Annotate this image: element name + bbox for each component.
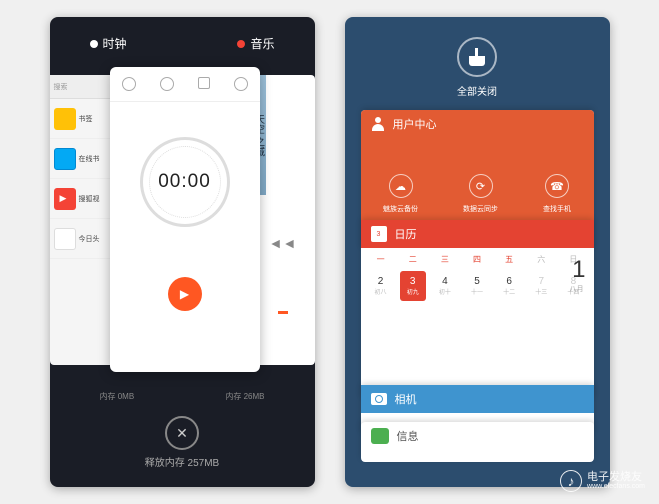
weekday: 二	[409, 254, 417, 265]
cloud-backup-item[interactable]: ☁ 魅族云备份	[383, 174, 418, 214]
close-all-button[interactable]: ✕	[165, 416, 199, 450]
calendar-card[interactable]: 3 日历 一 二 三 四 五 六 日 1 八月 2 初八	[361, 220, 594, 400]
video-icon	[54, 188, 76, 210]
music-controls: ◄◄	[251, 195, 315, 314]
progress-indicator	[278, 311, 288, 314]
calendar-week-row: 一 二 三 四 五 六 日	[361, 248, 594, 271]
card-stack: 用户中心 ☁ 魅族云备份 ⟳ 数据云同步 ☎ 查找手机	[345, 110, 610, 480]
phone-icon: ☎	[545, 174, 569, 198]
clean-all-label: 全部关闭	[345, 83, 610, 98]
data-sync-item[interactable]: ⟳ 数据云同步	[463, 174, 498, 214]
close-icon: ✕	[176, 425, 188, 442]
weekday: 一	[377, 254, 385, 265]
weekday: 五	[505, 254, 513, 265]
play-icon: ▶	[180, 287, 189, 301]
watermark-name: 电子发烧友	[587, 472, 645, 483]
calendar-day[interactable]: 6 十二	[496, 271, 522, 301]
cloud-icon: ☁	[389, 174, 413, 198]
browser-bookmark-item[interactable]: 书签	[50, 99, 115, 139]
clock-label-text: 时钟	[103, 35, 127, 52]
search-placeholder: 搜索	[54, 82, 68, 92]
phone-right-recents: 全部关闭 用户中心 ☁ 魅族云备份 ⟳ 数据云同步 ☎ 查找手机	[345, 17, 610, 487]
calendar-day[interactable]: 5 十一	[464, 271, 490, 301]
browser-book-item[interactable]: 在线书	[50, 139, 115, 179]
calendar-big-day: 1	[572, 256, 585, 284]
weekday: 三	[441, 254, 449, 265]
sync-icon: ⟳	[469, 174, 493, 198]
clock-card[interactable]: 00:00 ▶	[110, 67, 260, 372]
browser-item-label: 搜狐视	[79, 194, 100, 204]
messages-title: 信息	[397, 428, 419, 444]
calendar-row: 2 初八 3 初九 4 初十 5 十一	[365, 271, 590, 301]
release-memory-label: 释放内存 257MB	[50, 454, 315, 469]
user-item-label: 数据云同步	[463, 204, 498, 214]
calendar-day-today[interactable]: 3 初九	[400, 271, 426, 301]
music-memory: 内存 26MB	[225, 391, 264, 402]
browser-search-bar[interactable]: 搜索	[50, 75, 115, 99]
news-icon	[54, 228, 76, 250]
recent-cards-row: 搜索 书签 在线书 搜狐视 今日头	[50, 67, 315, 387]
music-app-label: 音乐	[237, 35, 274, 52]
browser-item-label: 书签	[79, 114, 93, 124]
weekday: 六	[537, 254, 545, 265]
prev-track-button[interactable]: ◄◄	[251, 235, 315, 251]
browser-card[interactable]: 搜索 书签 在线书 搜狐视 今日头	[50, 75, 115, 365]
weekday: 四	[473, 254, 481, 265]
watermark-text: 电子发烧友 www.elecfans.com	[587, 472, 645, 490]
calendar-body: 2 初八 3 初九 4 初十 5 十一	[361, 271, 594, 301]
calendar-big-month: 八月	[570, 284, 584, 294]
dot-icon	[90, 40, 98, 48]
alarm-icon[interactable]	[160, 77, 174, 91]
stopwatch-face: 00:00	[140, 137, 230, 227]
calendar-title: 日历	[395, 226, 417, 242]
clean-all-button[interactable]	[457, 37, 497, 77]
find-phone-item[interactable]: ☎ 查找手机	[543, 174, 571, 214]
calendar-day[interactable]: 2 初八	[368, 271, 394, 301]
person-icon	[371, 117, 385, 131]
user-item-label: 查找手机	[543, 204, 571, 214]
camera-header: 相机	[361, 385, 594, 413]
music-label-text: 音乐	[250, 35, 274, 52]
browser-item-label: 在线书	[79, 154, 100, 164]
browser-video-item[interactable]: 搜狐视	[50, 179, 115, 219]
watermark: ♪ 电子发烧友 www.elecfans.com	[560, 470, 645, 492]
world-clock-icon[interactable]	[122, 77, 136, 91]
play-button[interactable]: ▶	[168, 277, 202, 311]
user-center-title: 用户中心	[393, 116, 437, 132]
broom-icon	[469, 48, 485, 66]
bookmark-icon	[54, 108, 76, 130]
stopwatch-time: 00:00	[158, 171, 211, 193]
clock-memory: 内存 0MB	[100, 391, 135, 402]
calendar-day[interactable]: 4 初十	[432, 271, 458, 301]
camera-title: 相机	[395, 391, 417, 407]
browser-item-label: 今日头	[79, 234, 100, 244]
dot-icon	[237, 40, 245, 48]
user-center-header: 用户中心	[361, 110, 594, 138]
book-icon	[54, 148, 76, 170]
user-item-label: 魅族云备份	[383, 204, 418, 214]
stopwatch-icon[interactable]	[198, 77, 210, 89]
app-labels-row: 时钟 音乐	[50, 17, 315, 62]
calendar-day[interactable]: 7 十三	[528, 271, 554, 301]
clock-app-label: 时钟	[90, 35, 127, 52]
phone-left-recents: 时钟 音乐 搜索 书签 在线书 搜狐视	[50, 17, 315, 487]
watermark-url: www.elecfans.com	[587, 483, 645, 490]
browser-news-item[interactable]: 今日头	[50, 219, 115, 259]
calendar-icon: 3	[371, 226, 387, 242]
clock-tabs	[110, 67, 260, 102]
camera-icon	[371, 393, 387, 405]
calendar-header: 3 日历	[361, 220, 594, 248]
music-card[interactable]: 天空 之城 ◄◄	[251, 75, 315, 365]
messages-header: 信息	[361, 422, 594, 450]
message-icon	[371, 428, 389, 444]
timer-icon[interactable]	[234, 77, 248, 91]
memory-labels: 内存 0MB 内存 26MB	[50, 387, 315, 402]
watermark-icon: ♪	[560, 470, 582, 492]
messages-card[interactable]: 信息	[361, 422, 594, 462]
